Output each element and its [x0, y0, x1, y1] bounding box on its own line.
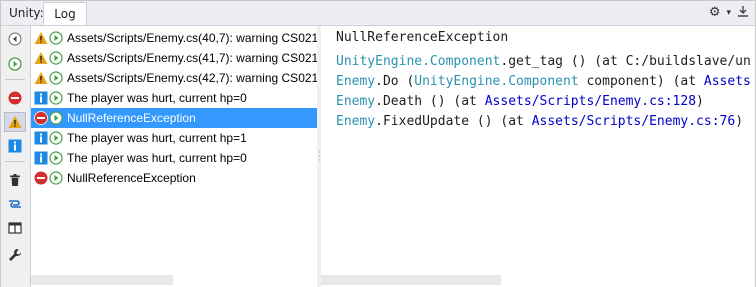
wrench-icon [9, 249, 21, 261]
left-toolbar [1, 26, 31, 287]
warning-icon [34, 71, 48, 85]
stack-param-class-link[interactable]: UnityEngine.Component [414, 74, 578, 89]
toolbar-divider [5, 161, 25, 162]
error-filter-icon [8, 91, 22, 105]
stack-location-link[interactable]: Assets/Scripts/Enemy.cs:76 [532, 114, 736, 129]
error-filter-button[interactable] [4, 88, 26, 108]
trash-icon [10, 174, 20, 186]
warning-filter-button[interactable] [4, 112, 26, 132]
tab-log[interactable]: Log [43, 2, 87, 25]
gear-icon[interactable]: ⚙ [709, 6, 721, 20]
stack-class-link[interactable]: Enemy [336, 94, 375, 109]
stack-line: UnityEngine.Component.get_tag () (at C:/… [336, 54, 751, 69]
log-row-selected[interactable]: NullReferenceException [31, 108, 317, 128]
list-horizontal-scrollbar[interactable] [31, 275, 173, 285]
play-icon[interactable] [49, 71, 63, 85]
title-bar: Unity: Log ⚙ ▾ [1, 1, 755, 26]
back-button[interactable] [4, 29, 26, 49]
toolbar-divider [5, 79, 25, 80]
docs-button[interactable] [4, 218, 26, 238]
log-row[interactable]: NullReferenceException [31, 168, 317, 188]
log-row-text: Assets/Scripts/Enemy.cs(42,7): warning C… [67, 71, 317, 85]
play-icon[interactable] [49, 171, 63, 185]
stack-location-link[interactable]: Assets [704, 74, 751, 89]
exception-title: NullReferenceException [336, 30, 509, 45]
log-row[interactable]: The player was hurt, current hp=0 [31, 88, 317, 108]
stack-location: C:/buildslave/un [625, 54, 751, 69]
stack-class-link[interactable]: Enemy [336, 74, 375, 89]
play-button[interactable] [4, 54, 26, 74]
info-icon [34, 131, 48, 145]
log-row-text: NullReferenceException [67, 111, 196, 125]
play-icon[interactable] [49, 91, 63, 105]
stack-suffix: ) [696, 94, 704, 109]
stack-method: .Death () (at [375, 94, 485, 109]
warning-icon [34, 31, 48, 45]
play-icon[interactable] [49, 131, 63, 145]
info-icon [34, 91, 48, 105]
play-icon[interactable] [49, 31, 63, 45]
log-row[interactable]: Assets/Scripts/Enemy.cs(41,7): warning C… [31, 48, 317, 68]
info-filter-icon [8, 139, 22, 153]
play-icon[interactable] [49, 51, 63, 65]
stack-method: .Do ( [375, 74, 415, 89]
log-row[interactable]: Assets/Scripts/Enemy.cs(42,7): warning C… [31, 68, 317, 88]
stack-param-rest: component) (at [578, 74, 704, 89]
back-arrow-icon [8, 32, 22, 46]
stack-line: Enemy.Death () (at Assets/Scripts/Enemy.… [336, 94, 704, 109]
unity-log-window: Unity: Log ⚙ ▾ Assets/Scripts/Enemy.cs(4… [0, 0, 756, 287]
log-list[interactable]: Assets/Scripts/Enemy.cs(40,7): warning C… [31, 26, 317, 287]
info-filter-button[interactable] [4, 136, 26, 156]
detail-panel: NullReferenceException UnityEngine.Compo… [321, 26, 755, 287]
log-row-text: NullReferenceException [67, 171, 196, 185]
stack-location-link[interactable]: Assets/Scripts/Enemy.cs:128 [485, 94, 696, 109]
log-row-text: Assets/Scripts/Enemy.cs(41,7): warning C… [67, 51, 317, 65]
settings-button[interactable] [4, 245, 26, 265]
clear-button[interactable] [4, 170, 26, 190]
warning-filter-icon [8, 116, 22, 128]
unity-label: Unity: [9, 6, 44, 20]
stack-line: Enemy.FixedUpdate () (at Assets/Scripts/… [336, 114, 743, 129]
play-icon[interactable] [49, 151, 63, 165]
info-icon [34, 151, 48, 165]
stack-method: .get_tag () (at [500, 54, 626, 69]
log-row[interactable]: The player was hurt, current hp=1 [31, 128, 317, 148]
log-row[interactable]: Assets/Scripts/Enemy.cs(40,7): warning C… [31, 28, 317, 48]
log-row-text: Assets/Scripts/Enemy.cs(40,7): warning C… [67, 31, 317, 45]
stack-class-link[interactable]: Enemy [336, 114, 375, 129]
link-button[interactable] [4, 194, 26, 214]
stack-class-link[interactable]: UnityEngine.Component [336, 54, 500, 69]
book-icon [8, 222, 22, 234]
chevron-down-icon[interactable]: ▾ [726, 6, 731, 20]
title-bar-actions: ⚙ ▾ [709, 5, 749, 21]
stack-method: .FixedUpdate () (at [375, 114, 532, 129]
log-row-text: The player was hurt, current hp=0 [67, 91, 247, 105]
play-icon [8, 57, 22, 71]
stack-line: Enemy.Do (UnityEngine.Component componen… [336, 74, 751, 89]
play-icon[interactable] [49, 111, 63, 125]
error-icon [34, 171, 48, 185]
detail-horizontal-scrollbar[interactable] [321, 275, 501, 285]
download-icon[interactable] [737, 5, 749, 21]
warning-icon [34, 51, 48, 65]
link-icon [9, 200, 21, 208]
stack-suffix: ) [735, 114, 744, 129]
error-icon [34, 111, 48, 125]
log-row-text: The player was hurt, current hp=1 [67, 131, 247, 145]
log-row-text: The player was hurt, current hp=0 [67, 151, 247, 165]
log-row[interactable]: The player was hurt, current hp=0 [31, 148, 317, 168]
